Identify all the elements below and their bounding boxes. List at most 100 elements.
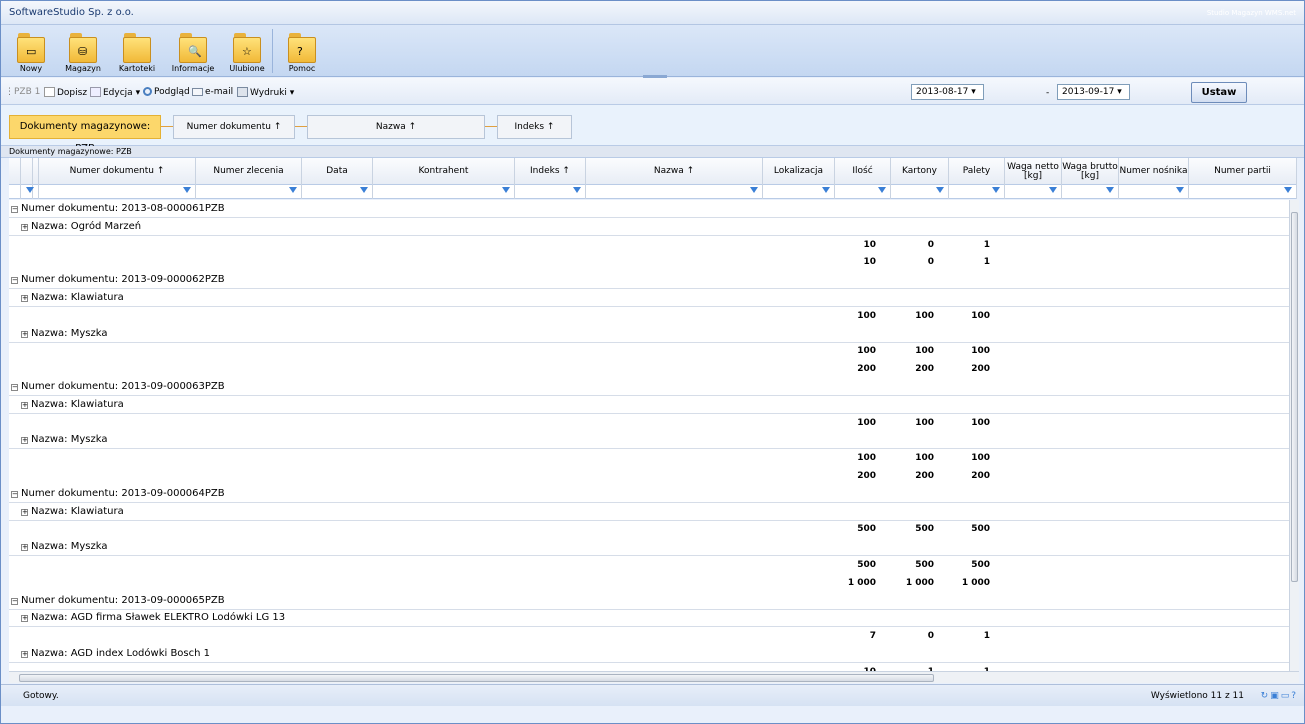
- group-root-chip[interactable]: Dokumenty magazynowe: PZB: [9, 115, 161, 154]
- column-header[interactable]: Waga netto [kg]: [1005, 158, 1062, 185]
- expand-icon[interactable]: +: [21, 330, 28, 338]
- collapse-icon[interactable]: −: [11, 490, 18, 498]
- group-chip-nazwa[interactable]: Nazwa ↑: [307, 115, 485, 139]
- ustaw-button[interactable]: Ustaw: [1191, 82, 1247, 103]
- filter-icon[interactable]: [360, 187, 368, 193]
- column-header[interactable]: Kontrahent: [373, 158, 515, 185]
- ribbon-button-magazyn[interactable]: ⛁ Magazyn: [59, 29, 107, 75]
- group-row-document[interactable]: − Numer dokumentu: 2013-09-000064PZB: [9, 485, 1289, 503]
- filter-icon[interactable]: [878, 187, 886, 193]
- filter-icon[interactable]: [573, 187, 581, 193]
- filter-icon[interactable]: [936, 187, 944, 193]
- group-row-document[interactable]: − Numer dokumentu: 2013-09-000063PZB: [9, 378, 1289, 396]
- ribbon-button-nowy[interactable]: ▭ Nowy: [7, 29, 55, 75]
- refresh-icon[interactable]: ↻: [1261, 691, 1271, 701]
- filter-cell[interactable]: [1119, 185, 1189, 199]
- filter-icon[interactable]: [822, 187, 830, 193]
- edycja-button[interactable]: Edycja ▾: [90, 87, 140, 98]
- filter-icon[interactable]: [992, 187, 1000, 193]
- filter-icon[interactable]: [750, 187, 758, 193]
- group-chip-indeks[interactable]: Indeks ↑: [497, 115, 572, 139]
- group-row-name[interactable]: + Nazwa: AGD index Lodówki Bosch 1: [9, 645, 1289, 663]
- filter-icon[interactable]: [289, 187, 297, 193]
- horizontal-scroll-thumb[interactable]: [19, 674, 934, 682]
- dopisz-button[interactable]: Dopisz: [44, 87, 87, 98]
- expand-icon[interactable]: +: [21, 401, 28, 409]
- column-header[interactable]: Kartony: [891, 158, 949, 185]
- filter-cell[interactable]: [891, 185, 949, 199]
- help-icon[interactable]: ?: [1291, 691, 1298, 701]
- column-header[interactable]: Numer zlecenia: [196, 158, 302, 185]
- column-header[interactable]: Indeks ↑: [515, 158, 586, 185]
- group-row-name[interactable]: + Nazwa: Myszka: [9, 538, 1289, 557]
- group-row-name[interactable]: + Nazwa: Ogród Marzeń: [9, 218, 1289, 236]
- filter-cell[interactable]: [1005, 185, 1062, 199]
- column-header[interactable]: Numer dokumentu ↑: [39, 158, 196, 185]
- vertical-scroll-thumb[interactable]: [1291, 212, 1298, 582]
- column-header[interactable]: Numer partii: [1189, 158, 1297, 185]
- column-header[interactable]: Data: [302, 158, 373, 185]
- filter-cell[interactable]: [949, 185, 1005, 199]
- filter-cell[interactable]: [835, 185, 891, 199]
- email-button[interactable]: e-mail: [192, 87, 233, 97]
- expand-icon[interactable]: +: [21, 437, 28, 445]
- horizontal-scrollbar[interactable]: [9, 671, 1299, 683]
- column-header[interactable]: Ilość: [835, 158, 891, 185]
- ribbon-button-kartoteki[interactable]: Kartoteki: [111, 29, 163, 75]
- date-to-select[interactable]: 2013-09-17 ▾: [1057, 84, 1130, 100]
- podglad-button[interactable]: Podgląd: [143, 87, 190, 97]
- filter-cell[interactable]: [586, 185, 763, 199]
- expand-icon[interactable]: +: [21, 615, 28, 623]
- collapse-icon[interactable]: −: [11, 277, 18, 285]
- filter-icon[interactable]: [183, 187, 191, 193]
- column-header[interactable]: Palety: [949, 158, 1005, 185]
- filter-icon[interactable]: [1049, 187, 1057, 193]
- ribbon-button-informacje[interactable]: 🔍 Informacje: [167, 29, 219, 75]
- filter-cell[interactable]: [515, 185, 586, 199]
- filter-icon[interactable]: [1176, 187, 1184, 193]
- group-row-name[interactable]: + Nazwa: Klawiatura: [9, 396, 1289, 414]
- expand-icon[interactable]: +: [21, 508, 28, 516]
- collapse-icon[interactable]: −: [11, 384, 18, 391]
- filter-cell[interactable]: [373, 185, 515, 199]
- date-from-select[interactable]: 2013-08-17 ▾: [911, 84, 984, 100]
- group-row-name[interactable]: + Nazwa: Myszka: [9, 325, 1289, 343]
- group-row-name[interactable]: + Nazwa: Klawiatura: [9, 289, 1289, 307]
- collapse-icon[interactable]: −: [11, 206, 18, 213]
- filter-cell[interactable]: [9, 185, 21, 199]
- expand-icon[interactable]: +: [21, 544, 28, 552]
- ribbon-button-pomoc[interactable]: ? Pomoc: [277, 29, 327, 75]
- filter-icon[interactable]: [502, 187, 510, 193]
- group-chip-numer-dokumentu[interactable]: Numer dokumentu ↑: [173, 115, 295, 139]
- filter-icon[interactable]: [1106, 187, 1114, 193]
- expand-icon[interactable]: +: [21, 223, 28, 231]
- expand-icon[interactable]: +: [21, 651, 28, 658]
- export-icon[interactable]: ▣: [1270, 691, 1281, 701]
- ribbon-button-ulubione[interactable]: ☆ Ulubione: [223, 29, 271, 75]
- group-row-name[interactable]: + Nazwa: Myszka: [9, 431, 1289, 450]
- column-header-indent[interactable]: [9, 158, 21, 185]
- expand-icon[interactable]: +: [21, 295, 28, 302]
- column-header[interactable]: Numer nośnika: [1119, 158, 1189, 185]
- window-icon[interactable]: ▭: [1281, 691, 1292, 701]
- group-row-document[interactable]: − Numer dokumentu: 2013-08-000061PZB: [9, 200, 1289, 218]
- filter-cell[interactable]: [763, 185, 835, 199]
- vertical-scrollbar[interactable]: [1289, 200, 1299, 671]
- group-row-document[interactable]: − Numer dokumentu: 2013-09-000065PZB: [9, 592, 1289, 610]
- filter-cell[interactable]: [1062, 185, 1119, 199]
- collapse-icon[interactable]: −: [11, 597, 18, 605]
- group-row-name[interactable]: + Nazwa: AGD firma Sławek ELEKTRO Lodówki…: [9, 609, 1289, 628]
- filter-icon[interactable]: [26, 187, 34, 193]
- column-header-indent[interactable]: [21, 158, 33, 185]
- filter-cell[interactable]: [302, 185, 373, 199]
- group-row-name[interactable]: + Nazwa: Klawiatura: [9, 503, 1289, 521]
- column-header[interactable]: Waga brutto [kg]: [1062, 158, 1119, 185]
- wydruki-button[interactable]: Wydruki ▾: [237, 87, 294, 98]
- group-row-document[interactable]: − Numer dokumentu: 2013-09-000062PZB: [9, 271, 1289, 290]
- column-header[interactable]: Nazwa ↑: [586, 158, 763, 185]
- column-header[interactable]: Lokalizacja: [763, 158, 835, 185]
- filter-cell[interactable]: [1189, 185, 1297, 199]
- filter-icon[interactable]: [1284, 187, 1292, 193]
- filter-cell[interactable]: [39, 185, 196, 199]
- filter-cell[interactable]: [196, 185, 302, 199]
